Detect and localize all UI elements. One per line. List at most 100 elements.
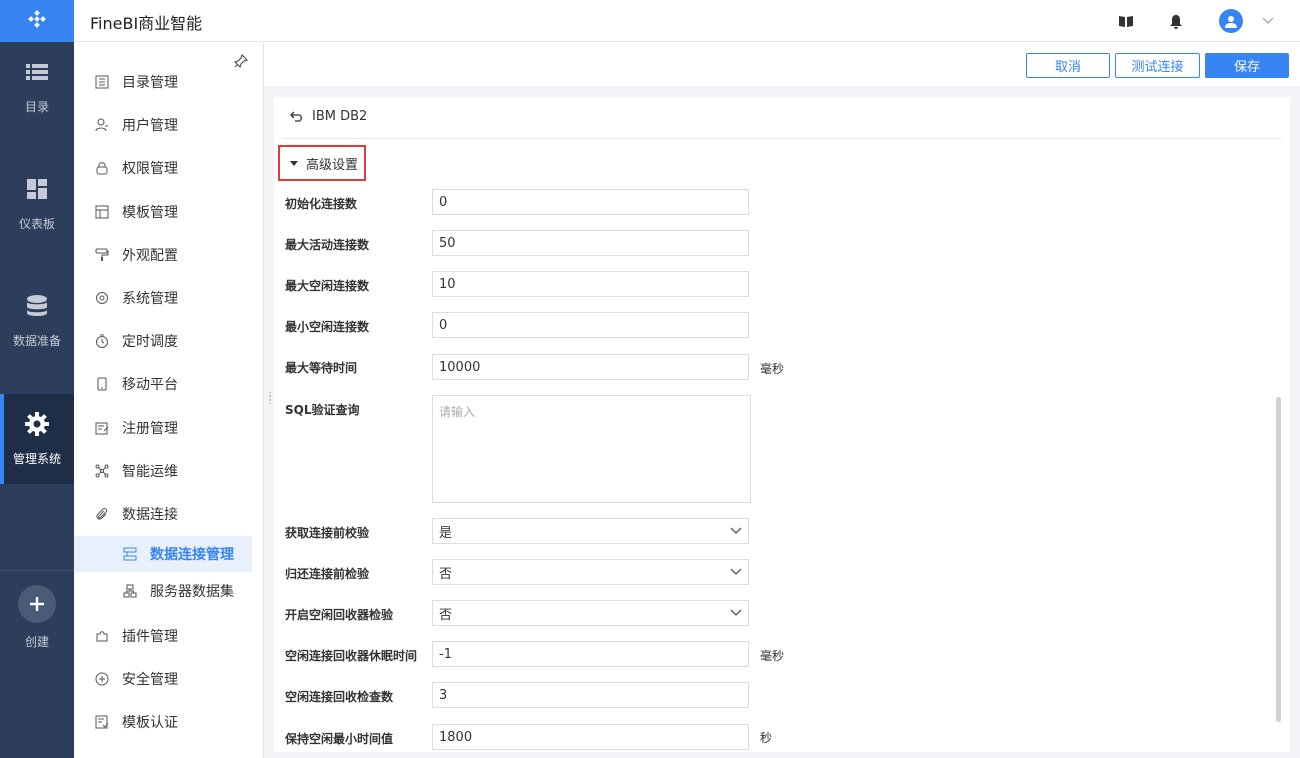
max-wait-input[interactable]: 10000 — [432, 354, 749, 380]
nav-item-ops[interactable]: 智能运维 — [74, 453, 264, 489]
nav-item-registration[interactable]: 注册管理 — [74, 410, 264, 446]
server-dataset-icon — [122, 583, 138, 599]
back-link[interactable]: IBM DB2 — [290, 109, 367, 124]
field-label-eviction-check: 空闲连接回收检查数 — [285, 690, 394, 704]
rail-divider — [0, 570, 74, 571]
connection-manage-icon — [122, 546, 138, 562]
test-on-borrow-select[interactable]: 是 — [432, 518, 749, 544]
chevron-down-icon[interactable] — [1262, 14, 1274, 29]
nav-item-security[interactable]: 安全管理 — [74, 661, 264, 697]
certify-icon — [94, 714, 110, 730]
app-title: FineBI商业智能 — [90, 14, 203, 33]
register-icon — [94, 420, 110, 436]
field-label-max-wait: 最大等待时间 — [285, 361, 358, 375]
lock-icon — [94, 160, 110, 176]
nav-item-system[interactable]: 系统管理 — [74, 280, 264, 316]
shield-icon — [94, 671, 110, 687]
min-idle-input[interactable]: 0 — [432, 312, 749, 338]
nav-item-plugins[interactable]: 插件管理 — [74, 618, 264, 654]
nav-item-mobile[interactable]: 移动平台 — [74, 366, 264, 402]
unit-ms: 毫秒 — [760, 649, 785, 663]
max-active-input[interactable]: 50 — [432, 230, 749, 256]
rail-item-create[interactable]: 创建 — [0, 572, 74, 662]
app-logo[interactable] — [0, 0, 74, 42]
init-conn-input[interactable]: 0 — [432, 189, 749, 215]
timer-icon — [94, 333, 110, 349]
min-evictable-idle-input[interactable]: 1800 — [432, 724, 749, 750]
nav-label: 服务器数据集 — [150, 584, 234, 600]
nav-label: 模板管理 — [122, 205, 178, 221]
advanced-label: 高级设置 — [306, 157, 359, 173]
connection-settings-panel: IBM DB2 高级设置 初始化连接数 0 最大活动连接数 50 最大空闲连接数… — [274, 97, 1290, 752]
nav-label: 数据连接管理 — [150, 547, 234, 563]
divider — [282, 138, 1282, 139]
eviction-sleep-input[interactable]: -1 — [432, 641, 749, 667]
max-idle-input[interactable]: 10 — [432, 271, 749, 297]
nav-label: 智能运维 — [122, 464, 178, 480]
catalog-icon — [94, 74, 110, 90]
nav-item-schedule[interactable]: 定时调度 — [74, 323, 264, 359]
eviction-check-input[interactable]: 3 — [432, 682, 749, 708]
plus-icon — [18, 584, 56, 623]
bell-icon[interactable] — [1166, 11, 1186, 31]
unit-ms: 毫秒 — [760, 362, 785, 376]
management-subnav: 目录管理 用户管理 权限管理 模板管理 外观配置 系统管理 定时调度 移动平台 … — [74, 42, 264, 758]
nav-item-connection-manage[interactable]: 数据连接管理 — [74, 536, 252, 572]
sql-validation-textarea[interactable]: 请输入 — [432, 395, 751, 503]
unit-seconds: 秒 — [760, 731, 773, 745]
logo-icon — [28, 10, 46, 28]
template-icon — [94, 204, 110, 220]
nav-label: 安全管理 — [122, 672, 178, 688]
nav-item-catalog[interactable]: 目录管理 — [74, 64, 264, 100]
select-value: 否 — [439, 607, 453, 623]
field-label-max-active: 最大活动连接数 — [285, 238, 370, 252]
save-button[interactable]: 保存 — [1205, 53, 1289, 78]
test-while-idle-select[interactable]: 否 — [432, 600, 749, 626]
nav-item-data-connection[interactable]: 数据连接 — [74, 496, 264, 532]
paint-icon — [94, 247, 110, 263]
rail-label: 创建 — [24, 634, 49, 649]
rail-item-management[interactable]: 管理系统 — [0, 394, 74, 484]
nav-label: 注册管理 — [122, 421, 178, 437]
nav-label: 目录管理 — [122, 75, 178, 91]
nav-label: 数据连接 — [122, 507, 178, 523]
advanced-settings-toggle[interactable]: 高级设置 — [278, 145, 366, 181]
nav-item-server-dataset[interactable]: 服务器数据集 — [74, 573, 264, 609]
nav-label: 移动平台 — [122, 377, 178, 393]
caret-down-icon — [290, 160, 298, 166]
select-value: 是 — [439, 525, 453, 541]
test-on-return-select[interactable]: 否 — [432, 559, 749, 585]
rail-item-data-prep[interactable]: 数据准备 — [0, 276, 74, 366]
user-avatar-icon — [1225, 16, 1237, 28]
field-label-max-idle: 最大空闲连接数 — [285, 279, 370, 293]
nav-item-permissions[interactable]: 权限管理 — [74, 150, 264, 186]
field-label-min-idle: 最小空闲连接数 — [285, 320, 370, 334]
nav-item-templates[interactable]: 模板管理 — [74, 194, 264, 230]
settings-icon — [94, 290, 110, 306]
field-label-test-on-borrow: 获取连接前校验 — [285, 526, 370, 540]
avatar[interactable] — [1219, 9, 1243, 33]
mobile-icon — [94, 376, 110, 392]
gear-icon — [25, 411, 49, 436]
scrollbar-thumb[interactable] — [1276, 397, 1281, 722]
ops-icon — [94, 463, 110, 479]
chevron-down-icon — [730, 527, 742, 534]
nav-label: 外观配置 — [122, 248, 178, 264]
nav-item-appearance[interactable]: 外观配置 — [74, 237, 264, 273]
nav-label: 定时调度 — [122, 334, 178, 350]
rail-item-catalog[interactable]: 目录 — [0, 42, 74, 132]
field-label-test-while-idle: 开启空闲回收器检验 — [285, 608, 394, 622]
rail-label: 数据准备 — [12, 333, 61, 348]
nav-label: 用户管理 — [122, 118, 178, 134]
field-label-test-on-return: 归还连接前检验 — [285, 567, 370, 581]
link-icon — [94, 506, 110, 522]
rail-item-dashboard[interactable]: 仪表板 — [0, 159, 74, 249]
nav-item-template-cert[interactable]: 模板认证 — [74, 704, 264, 740]
nav-label: 插件管理 — [122, 629, 178, 645]
rail-label: 管理系统 — [12, 451, 61, 466]
cancel-button[interactable]: 取消 — [1026, 53, 1110, 78]
book-icon[interactable] — [1116, 11, 1136, 31]
test-connection-button[interactable]: 测试连接 — [1115, 53, 1200, 78]
nav-item-users[interactable]: 用户管理 — [74, 107, 264, 143]
nav-label: 模板认证 — [122, 715, 178, 731]
